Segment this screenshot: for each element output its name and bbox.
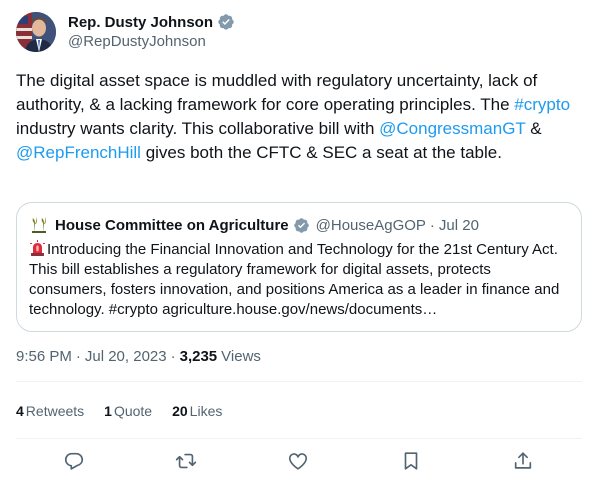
quoted-tweet-text: Introducing the Financial Innovation and… <box>29 240 569 320</box>
quoted-tweet-card[interactable]: House Committee on Agriculture @HouseAgG… <box>16 202 582 332</box>
siren-emoji-icon <box>29 240 46 257</box>
share-button[interactable] <box>510 450 536 476</box>
tweet-time[interactable]: 9:56 PM <box>16 348 72 365</box>
verified-badge-icon[interactable] <box>293 217 310 234</box>
quoted-author-avatar[interactable] <box>29 215 49 235</box>
hashtag-crypto-link[interactable]: #crypto <box>514 95 570 114</box>
heart-icon <box>287 450 309 477</box>
views-count[interactable]: 3,235 <box>180 348 218 365</box>
verified-badge-icon[interactable] <box>217 13 235 31</box>
author-name-row: Rep. Dusty Johnson <box>68 12 235 32</box>
meta-separator: · <box>170 348 176 365</box>
quoted-author-handle[interactable]: @HouseAgGOP <box>316 217 426 234</box>
quoted-date[interactable]: Jul 20 <box>439 217 479 234</box>
quotes-stat[interactable]: 1 Quote <box>104 403 152 419</box>
retweets-count: 4 <box>16 403 24 419</box>
author-avatar[interactable] <box>16 12 56 52</box>
bookmark-icon <box>400 450 422 477</box>
author-handle[interactable]: @RepDustyJohnson <box>68 33 206 50</box>
tweet-text-part: gives both the CFTC & SEC a seat at the … <box>140 143 502 162</box>
likes-label: Likes <box>189 403 223 419</box>
views-label: Views <box>221 348 261 365</box>
likes-stat[interactable]: 20 Likes <box>172 403 222 419</box>
quotes-count: 1 <box>104 403 112 419</box>
tweet-text-part: industry wants clarity. This collaborati… <box>16 119 380 138</box>
like-button[interactable] <box>285 450 311 476</box>
quotes-label: Quote <box>113 403 153 419</box>
mention-congressmangt-link[interactable]: @CongressmanGT <box>379 119 525 138</box>
quoted-separator: · <box>429 216 435 234</box>
meta-separator: · <box>75 348 81 365</box>
quoted-tweet-body: Introducing the Financial Innovation and… <box>29 241 560 318</box>
likes-count: 20 <box>172 403 188 419</box>
author-display-name[interactable]: Rep. Dusty Johnson <box>68 14 213 31</box>
tweet-text: The digital asset space is muddled with … <box>16 69 576 165</box>
tweet-meta: 9:56 PM · Jul 20, 2023 · 3,235 Views <box>16 348 261 365</box>
tweet-date[interactable]: Jul 20, 2023 <box>85 348 167 365</box>
retweets-label: Retweets <box>25 403 85 419</box>
retweets-stat[interactable]: 4 Retweets <box>16 403 84 419</box>
quoted-tweet-header: House Committee on Agriculture @HouseAgG… <box>29 215 479 235</box>
reply-icon <box>63 450 85 477</box>
share-icon <box>512 450 534 477</box>
reply-button[interactable] <box>61 450 87 476</box>
bookmark-button[interactable] <box>398 450 424 476</box>
divider <box>16 438 582 439</box>
tweet: Rep. Dusty Johnson @RepDustyJohnson The … <box>0 0 598 486</box>
divider <box>16 381 582 382</box>
tweet-text-part: The digital asset space is muddled with … <box>16 71 538 114</box>
retweet-icon <box>175 450 197 477</box>
mention-repfrenchhill-link[interactable]: @RepFrenchHill <box>16 143 141 162</box>
engagement-stats: 4 Retweets 1 Quote 20 Likes <box>16 401 242 421</box>
tweet-text-part: & <box>525 119 542 138</box>
action-bar <box>16 446 582 480</box>
quoted-author-name[interactable]: House Committee on Agriculture <box>55 217 289 234</box>
retweet-button[interactable] <box>173 450 199 476</box>
